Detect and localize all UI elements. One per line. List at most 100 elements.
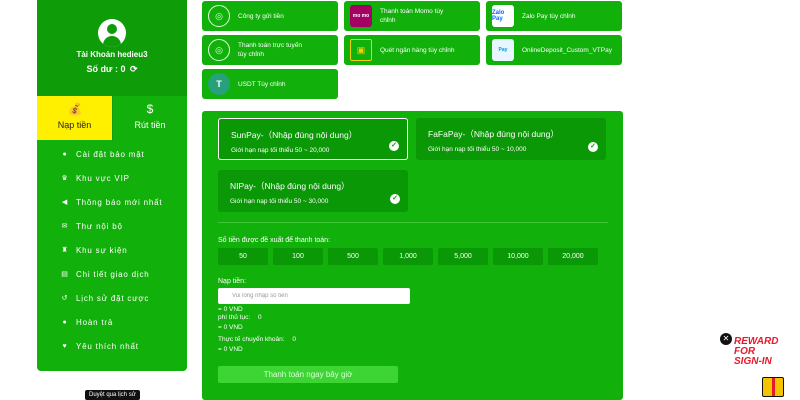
globe-icon: ◎ <box>208 39 230 61</box>
fee-value: 0 <box>257 314 262 321</box>
pay-now-button[interactable]: Thanh toán ngay bây giờ <box>218 366 398 383</box>
method-vtpay[interactable]: Pay OnlineDeposit_Custom_VTPay <box>486 35 622 65</box>
actual-vnd: = 0 VND <box>218 346 243 353</box>
amount-button-20000[interactable]: 20,000 <box>548 248 598 265</box>
tether-icon: T <box>208 73 230 95</box>
method-label: Thanh toán trực tuyến tùy chỉnh <box>238 42 302 58</box>
check-icon: ✓ <box>588 142 598 152</box>
method-usdt[interactable]: T USDT Tùy chỉnh <box>202 69 338 99</box>
sidebar-item-bet-history[interactable]: ↺ Lịch sử đặt cược <box>37 286 187 310</box>
sidebar-item-security[interactable]: ● Cài đặt bảo mật <box>37 142 187 166</box>
suggested-amount-label: Số tiền được đề xuất để thanh toán: <box>218 237 331 244</box>
channel-limit: Giới hạn nạp tối thiểu 50 ~ 30,000 <box>230 198 329 205</box>
sidebar-item-label: Chi tiết giao dịch <box>76 269 150 279</box>
amount-button-5000[interactable]: 5,000 <box>438 248 488 265</box>
method-label: Quét ngân hàng tùy chỉnh <box>380 46 455 54</box>
channel-limit: Giới hạn nạp tối thiểu 50 ~ 20,000 <box>231 147 330 154</box>
sidebar-item-transactions[interactable]: ▤ Chi tiết giao dịch <box>37 262 187 286</box>
money-hand-icon: $ <box>146 102 154 116</box>
document-icon: ▤ <box>61 271 69 278</box>
globe-icon: ◎ <box>208 5 230 27</box>
reward-sign-in-badge[interactable]: ✕ REWARD FOR SIGN-IN <box>718 331 800 400</box>
channel-limit: Giới hạn nạp tối thiểu 50 ~ 10,000 <box>428 146 527 153</box>
megaphone-icon: ◀ <box>61 199 69 206</box>
method-zalopay[interactable]: Zalo Pay Zalo Pay tùy chỉnh <box>486 1 622 31</box>
account-sidebar: Tài Khoản hedieu3 Số dư : 0 ⟳ 💰 Nạp tiền… <box>37 0 187 371</box>
channel-title: NIPay-（Nhập đúng nội dung） <box>230 181 350 191</box>
sidebar-item-label: Khu vực VIP <box>76 173 130 183</box>
fee-row: phí thủ tục: 0 <box>218 314 262 321</box>
method-label: OnlineDeposit_Custom_VTPay <box>522 46 612 54</box>
profile-section: Tài Khoản hedieu3 Số dư : 0 ⟳ <box>37 0 187 96</box>
channel-title: FaFaPay-（Nhập đúng nội dung） <box>428 129 559 139</box>
qr-scan-icon: ▣ <box>350 39 372 61</box>
sidebar-item-favorites[interactable]: ♥ Yêu thích nhất <box>37 334 187 358</box>
sidebar-item-label: Cài đặt bảo mật <box>76 149 145 159</box>
avatar-icon[interactable] <box>98 19 126 47</box>
amount-button-500[interactable]: 500 <box>328 248 378 265</box>
reward-text: REWARD FOR SIGN-IN <box>734 337 800 367</box>
deposit-vnd: = 0 VND <box>218 306 243 313</box>
zalopay-icon: Zalo Pay <box>492 5 514 27</box>
method-momo[interactable]: mo mo Thanh toán Momo tùy chỉnh <box>344 1 480 31</box>
refresh-icon[interactable]: ⟳ <box>130 64 138 75</box>
deposit-amount-input[interactable] <box>218 288 410 304</box>
amount-button-1000[interactable]: 1,000 <box>383 248 433 265</box>
sidebar-item-label: Thư nội bộ <box>76 221 123 231</box>
actual-label: Thực tế chuyển khoản: <box>218 336 285 343</box>
sidebar-item-label: Lịch sử đặt cược <box>76 293 150 303</box>
balance-label: Số dư : <box>86 64 118 74</box>
method-label: Công ty gửi tiền <box>238 12 284 20</box>
history-icon: ↺ <box>61 295 69 302</box>
method-label: USDT Tùy chỉnh <box>238 80 286 88</box>
heart-icon: ♥ <box>62 342 68 350</box>
method-label: Thanh toán Momo tùy chỉnh <box>380 8 444 24</box>
deposit-amount-label: Nạp tiền: <box>218 278 247 285</box>
sidebar-item-label: Hoàn trả <box>76 317 114 327</box>
username: Tài Khoản hedieu3 <box>76 50 148 59</box>
sidebar-item-inbox[interactable]: ✉ Thư nội bộ <box>37 214 187 238</box>
tab-deposit[interactable]: 💰 Nạp tiền <box>37 96 112 140</box>
method-label: Zalo Pay tùy chỉnh <box>522 12 576 20</box>
channel-nipay[interactable]: NIPay-（Nhập đúng nội dung） Giới hạn nạp … <box>218 170 408 212</box>
fee-label: phí thủ tục: <box>218 314 251 321</box>
sidebar-item-events[interactable]: ♜ Khu sự kiện <box>37 238 187 262</box>
close-icon[interactable]: ✕ <box>720 333 732 345</box>
channel-title: SunPay-（Nhập đúng nội dung） <box>231 130 358 140</box>
trophy-icon: ♜ <box>61 247 69 254</box>
mail-icon: ✉ <box>61 223 69 230</box>
user-icon: ● <box>62 150 68 158</box>
sidebar-item-notifications[interactable]: ◀ Thông báo mới nhất <box>37 190 187 214</box>
sidebar-item-label: Yêu thích nhất <box>76 341 139 351</box>
gift-icon <box>762 377 784 397</box>
coin-bag-icon: 💰 <box>67 102 83 116</box>
tab-withdraw[interactable]: $ Rút tiền <box>112 96 187 140</box>
method-online[interactable]: ◎ Thanh toán trực tuyến tùy chỉnh <box>202 35 338 65</box>
balance-value: 0 <box>120 64 126 74</box>
check-icon: ✓ <box>390 194 400 204</box>
channel-fafapay[interactable]: FaFaPay-（Nhập đúng nội dung） Giới hạn nạ… <box>416 118 606 160</box>
sidebar-item-vip[interactable]: ♛ Khu vực VIP <box>37 166 187 190</box>
method-bank-scan[interactable]: ▣ Quét ngân hàng tùy chỉnh <box>344 35 480 65</box>
sidebar-item-refund[interactable]: ● Hoàn trả <box>37 310 187 334</box>
viettelpay-icon: Pay <box>492 39 514 61</box>
tab-deposit-label: Nạp tiền <box>57 120 92 130</box>
fee-vnd: = 0 VND <box>218 324 243 331</box>
method-company-deposit[interactable]: ◎ Công ty gửi tiền <box>202 1 338 31</box>
section-divider <box>218 222 608 223</box>
tab-withdraw-label: Rút tiền <box>134 120 166 130</box>
deposit-withdraw-tabs: 💰 Nạp tiền $ Rút tiền <box>37 96 187 140</box>
actual-value: 0 <box>292 336 296 343</box>
channel-sunpay[interactable]: SunPay-（Nhập đúng nội dung） Giới hạn nạp… <box>218 118 408 160</box>
check-icon: ✓ <box>389 141 399 151</box>
sidebar-item-label: Thông báo mới nhất <box>76 197 163 207</box>
refund-icon: ● <box>62 318 68 326</box>
amount-button-50[interactable]: 50 <box>218 248 268 265</box>
reward-line: SIGN-IN <box>734 356 772 367</box>
amount-button-100[interactable]: 100 <box>273 248 323 265</box>
balance: Số dư : 0 ⟳ <box>37 64 187 75</box>
sidebar-item-label: Khu sự kiện <box>76 245 128 255</box>
amount-button-10000[interactable]: 10,000 <box>493 248 543 265</box>
actual-row: Thực tế chuyển khoản: 0 <box>218 336 296 343</box>
crown-icon: ♛ <box>61 175 69 182</box>
